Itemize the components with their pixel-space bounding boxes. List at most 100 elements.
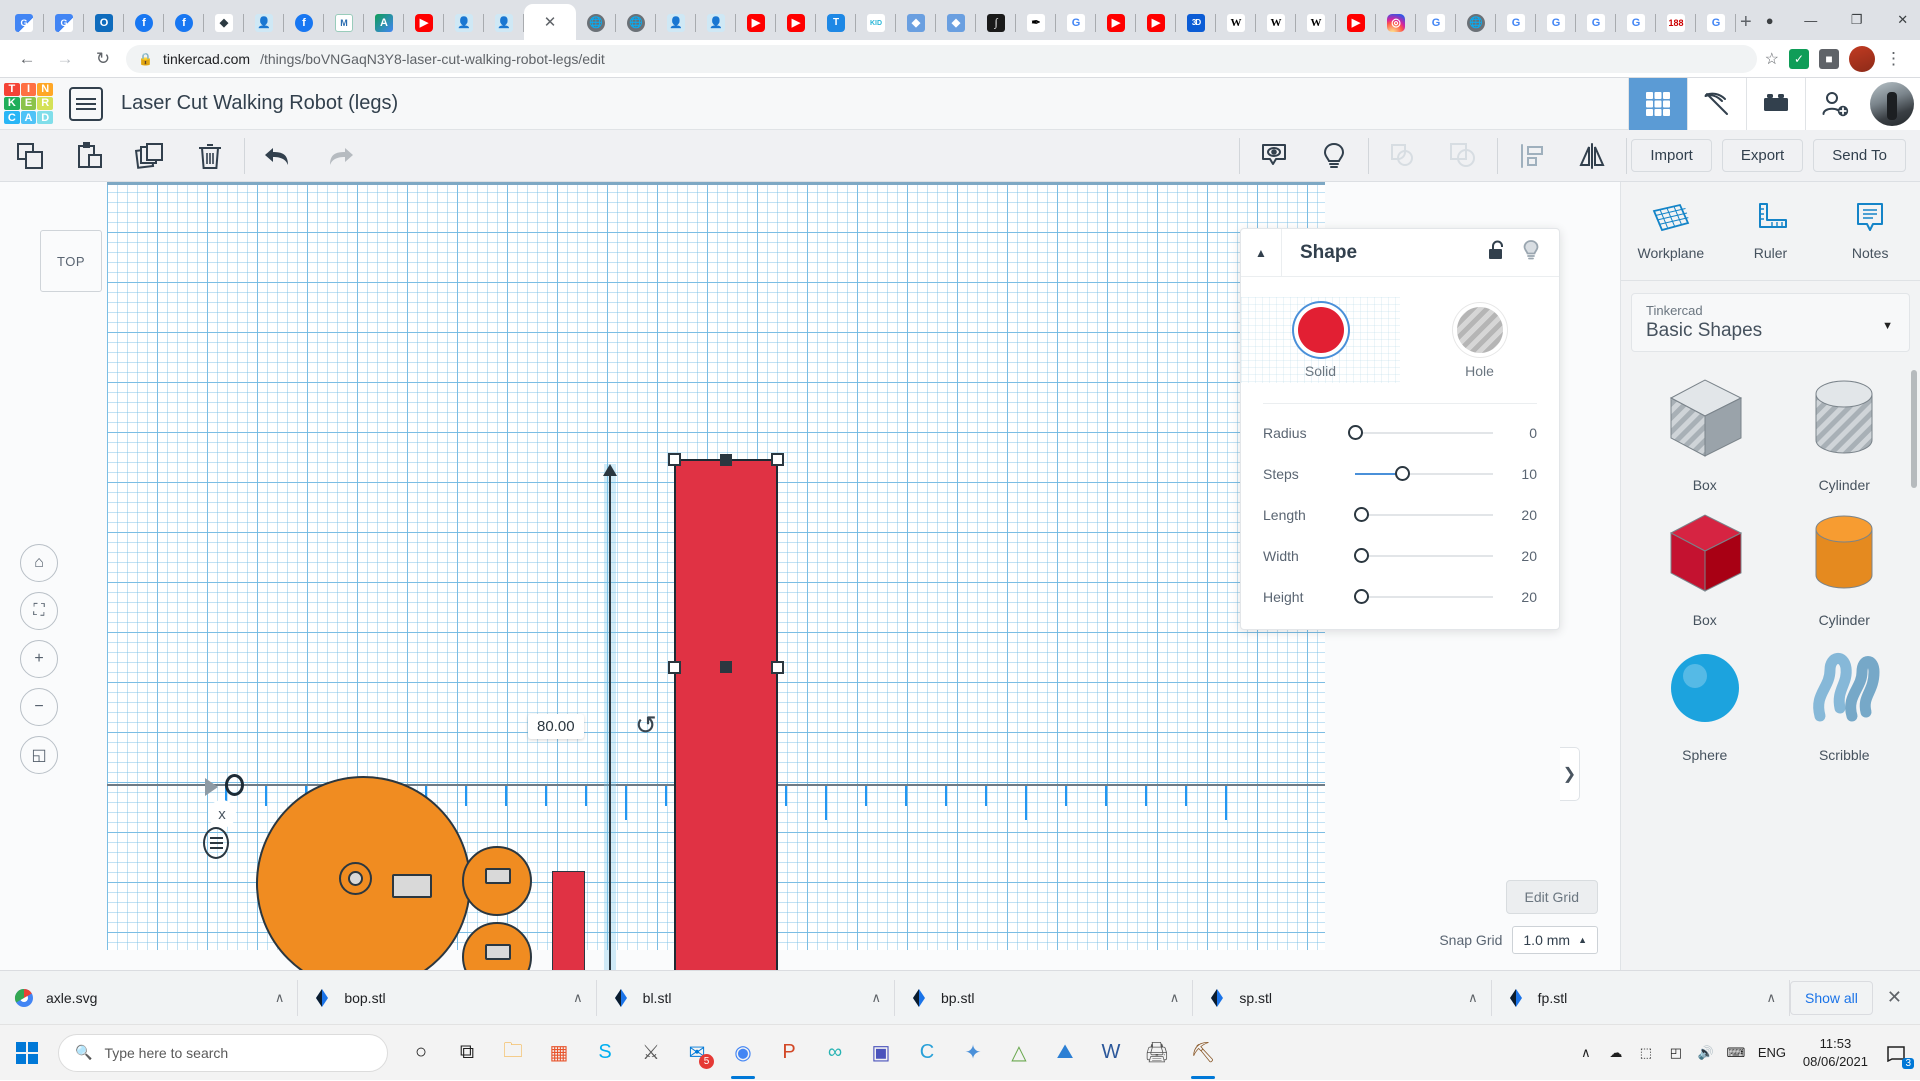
back-button[interactable]: ← [12, 44, 42, 74]
inventor-icon[interactable]: △ [996, 1025, 1042, 1081]
property-slider-length[interactable] [1355, 505, 1493, 525]
download-item-menu-icon[interactable]: ∧ [1170, 990, 1180, 1006]
close-downloads-bar-icon[interactable]: ✕ [1887, 987, 1920, 1008]
property-slider-height[interactable] [1355, 587, 1493, 607]
window-minimize-button[interactable]: — [1788, 4, 1834, 36]
shape-gallery-item[interactable]: Scribble [1775, 642, 1915, 763]
minecraft-icon[interactable]: ⛏ [1180, 1025, 1226, 1081]
download-item[interactable]: bop.stl∧ [298, 971, 596, 1025]
mirror-button[interactable] [1562, 130, 1622, 182]
facebook-tab-2[interactable]: f [164, 6, 204, 40]
library-tab-2[interactable]: ◆ [936, 6, 976, 40]
fit-to-view-button[interactable]: ⛶ [20, 592, 58, 630]
ruler-tool[interactable]: Ruler [1721, 182, 1821, 280]
project-list-icon[interactable] [69, 87, 103, 121]
download-item[interactable]: axle.svg∧ [0, 971, 298, 1025]
cura-icon[interactable]: C [904, 1025, 950, 1081]
rotate-handle-icon[interactable]: ↺ [635, 710, 657, 741]
chrome-menu-icon[interactable]: ⋮ [1885, 49, 1902, 69]
download-item-menu-icon[interactable]: ∧ [1468, 990, 1478, 1006]
user-avatar[interactable] [1864, 78, 1920, 130]
edit-grid-button[interactable]: Edit Grid [1506, 880, 1598, 914]
resize-handle-tl[interactable] [668, 453, 681, 466]
kidpdf-tab[interactable]: KID [856, 6, 896, 40]
onedrive-tray-icon[interactable]: ☁ [1601, 1025, 1631, 1081]
undo-button[interactable] [249, 130, 309, 182]
active-tab[interactable]: ✕ [524, 4, 576, 40]
cortana-icon[interactable]: ○ [398, 1025, 444, 1081]
address-bar-input[interactable]: 🔒 tinkercad.com/things/boVNGaqN3Y8-laser… [126, 45, 1757, 73]
resize-handle-left-mid[interactable] [668, 661, 681, 674]
taskbar-search-input[interactable]: 🔍 Type here to search [58, 1034, 388, 1072]
shape-hub-hole[interactable] [348, 871, 363, 886]
google-tab[interactable]: G [1056, 6, 1096, 40]
property-value-width[interactable]: 20 [1493, 548, 1537, 564]
mojang-tab[interactable]: M [324, 6, 364, 40]
send-to-button[interactable]: Send To [1813, 139, 1906, 172]
grid-view-icon[interactable] [1628, 78, 1687, 130]
delete-button[interactable] [180, 130, 240, 182]
inspector-collapse-icon[interactable]: ▲ [1241, 246, 1281, 260]
unlock-icon[interactable] [1487, 239, 1507, 266]
download-item[interactable]: bl.stl∧ [597, 971, 895, 1025]
slider-knob[interactable] [1354, 589, 1369, 604]
188-tab[interactable]: 188 [1656, 6, 1696, 40]
ruler-origin-handle[interactable] [225, 774, 244, 796]
solid-mode-option[interactable]: Solid [1241, 297, 1400, 383]
youtube-tab-6[interactable]: ▶ [1336, 6, 1376, 40]
property-slider-steps[interactable] [1355, 464, 1493, 484]
task-view-icon[interactable]: ⧉ [444, 1025, 490, 1081]
outlook-tab[interactable]: O [84, 6, 124, 40]
youtube-tab-5[interactable]: ▶ [1136, 6, 1176, 40]
tinkercad-circuits-tab[interactable]: T [816, 6, 856, 40]
instagram-tab[interactable]: ◎ [1376, 6, 1416, 40]
slider-knob[interactable] [1395, 466, 1410, 481]
download-item[interactable]: bp.stl∧ [895, 971, 1193, 1025]
ortho-view-button[interactable]: ◱ [20, 736, 58, 774]
usb-tray-icon[interactable]: ⬚ [1631, 1025, 1661, 1081]
shape-gallery-item[interactable]: Box [1635, 507, 1775, 628]
hole-mode-option[interactable]: Hole [1400, 297, 1559, 383]
facebook-tab-3[interactable]: f [284, 6, 324, 40]
google-tab-2[interactable]: G [1416, 6, 1456, 40]
tinkercad-user-tab-2[interactable]: 👤 [444, 6, 484, 40]
extensions-puzzle-icon[interactable]: ■ [1819, 49, 1839, 69]
panel-collapse-toggle[interactable]: ❯ [1560, 747, 1580, 801]
download-item[interactable]: sp.stl∧ [1193, 971, 1491, 1025]
shape-gallery-item[interactable]: Sphere [1635, 642, 1775, 763]
youtube-tab-2[interactable]: ▶ [736, 6, 776, 40]
show-all-downloads-button[interactable]: Show all [1790, 981, 1873, 1015]
slider-knob[interactable] [1348, 425, 1363, 440]
globe-tab-2[interactable]: 🌐 [616, 6, 656, 40]
youtube-tab-4[interactable]: ▶ [1096, 6, 1136, 40]
download-item-menu-icon[interactable]: ∧ [275, 990, 285, 1006]
window-close-button[interactable]: ✕ [1880, 4, 1920, 36]
globe-tab[interactable]: 🌐 [576, 6, 616, 40]
slider-knob[interactable] [1354, 548, 1369, 563]
ruler-close-icon[interactable]: x [208, 800, 236, 828]
3d-tab[interactable]: 3D [1176, 6, 1216, 40]
group-button[interactable] [1373, 130, 1433, 182]
property-slider-width[interactable] [1355, 546, 1493, 566]
snap-grid-select[interactable]: 1.0 mm ▲ [1512, 926, 1598, 954]
google-tab-7[interactable]: G [1696, 6, 1736, 40]
hole-swatch[interactable] [1457, 307, 1503, 353]
window-maximize-button[interactable]: ❐ [1834, 4, 1880, 36]
shape-gallery-item[interactable]: Box [1635, 372, 1775, 493]
youtube-tab-3[interactable]: ▶ [776, 6, 816, 40]
autodesk-tab[interactable]: A [364, 6, 404, 40]
inkscape-tab[interactable]: ✒ [1016, 6, 1056, 40]
shape-library-select[interactable]: Tinkercad Basic Shapes ▼ [1631, 293, 1910, 352]
tinkercad-user-tab[interactable]: 👤 [244, 6, 284, 40]
powerpoint-icon[interactable]: P [766, 1025, 812, 1081]
download-item-menu-icon[interactable]: ∧ [573, 990, 583, 1006]
wikipedia-tab-2[interactable]: W [1256, 6, 1296, 40]
new-tab-button[interactable]: + [1740, 8, 1752, 36]
ungroup-button[interactable] [1433, 130, 1493, 182]
slider-knob[interactable] [1354, 507, 1369, 522]
shape-red-small-bar[interactable] [552, 871, 585, 970]
shape-gallery-item[interactable]: Cylinder [1775, 372, 1915, 493]
reload-button[interactable]: ↻ [88, 44, 118, 74]
forward-button[interactable]: → [50, 44, 80, 74]
teams-icon[interactable]: ▣ [858, 1025, 904, 1081]
